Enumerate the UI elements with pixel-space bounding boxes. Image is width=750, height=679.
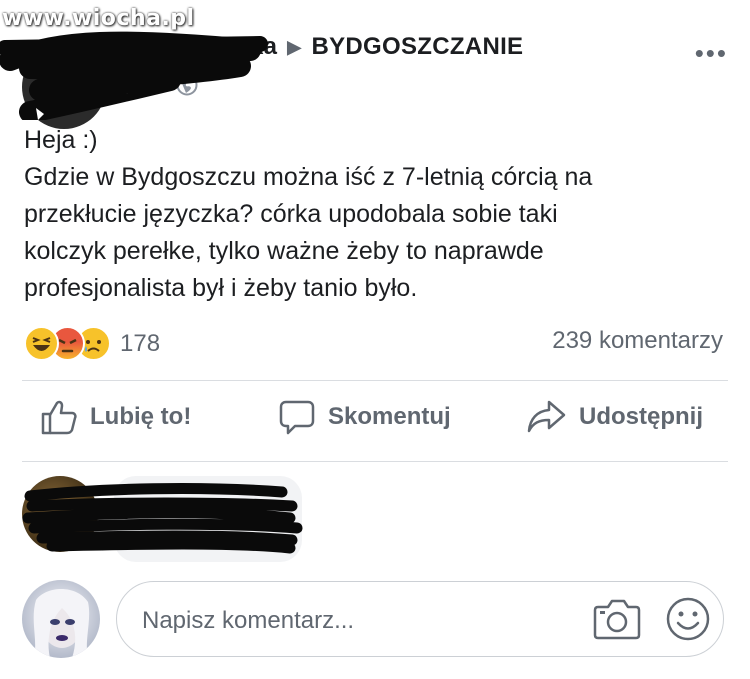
watermark: www.wiocha.pl (2, 6, 195, 31)
thumbs-up-icon (41, 400, 77, 435)
post-breadcrumb: ka ▶ BYDGOSZCZANIE (250, 33, 523, 61)
redaction-scribble (22, 483, 303, 554)
post-line: Heja :) (24, 126, 98, 154)
post-line: profesjonalista był i żeby tanio było. (24, 274, 418, 302)
like-button[interactable]: Lubię to! (40, 398, 191, 436)
haha-reaction-icon (24, 326, 59, 361)
like-label: Lubię to! (90, 403, 192, 430)
comment-label: Skomentuj (328, 403, 451, 430)
comment-composer[interactable] (116, 581, 724, 657)
divider (22, 380, 728, 381)
comment-bubble-icon (279, 400, 315, 435)
post-line: przekłucie języczka? córka upodobala sob… (24, 200, 558, 228)
post-line: Gdzie w Bydgoszczu można iść z 7-letnią … (24, 163, 593, 191)
redaction-scribble (0, 31, 268, 120)
share-arrow-icon (527, 400, 566, 433)
divider (22, 461, 728, 462)
post-body: Heja :) Gdzie w Bydgoszczu można iść z 7… (24, 122, 729, 307)
reactions-summary[interactable]: 178 (24, 326, 160, 361)
share-button[interactable]: Udostępnij (527, 398, 703, 436)
camera-icon[interactable] (593, 597, 641, 641)
comments-count[interactable]: 239 komentarzy (552, 327, 723, 355)
comment-button[interactable]: Skomentuj (278, 398, 451, 436)
more-dots-icon[interactable]: ••• (695, 38, 728, 69)
emoji-smile-icon[interactable] (665, 596, 711, 642)
breadcrumb-arrow-icon: ▶ (287, 36, 302, 57)
comment-input[interactable] (140, 600, 564, 642)
post-line: kolczyk perełke, tylko ważne żeby to nap… (24, 237, 544, 265)
group-name[interactable]: BYDGOSZCZANIE (311, 33, 523, 61)
action-bar: Lubię to! Skomentuj Udostępnij (0, 398, 750, 446)
current-user-avatar[interactable] (22, 580, 100, 658)
share-label: Udostępnij (579, 403, 703, 430)
reaction-count: 178 (120, 329, 161, 357)
